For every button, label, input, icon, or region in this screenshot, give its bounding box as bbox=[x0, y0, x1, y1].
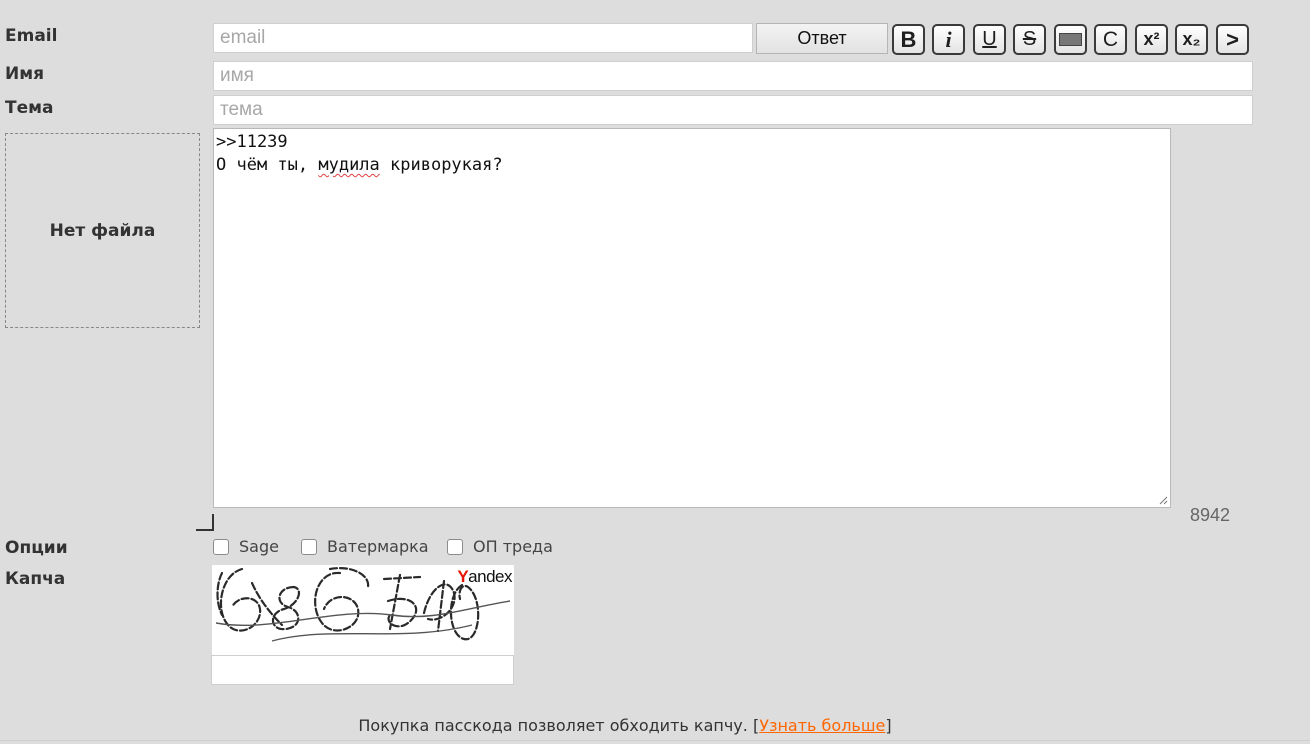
sage-checkbox[interactable] bbox=[213, 538, 229, 555]
comment-line-1: >>11239 bbox=[216, 132, 288, 152]
op-thread-label: ОП треда bbox=[473, 537, 553, 556]
reply-button[interactable]: Ответ bbox=[756, 23, 888, 54]
bold-icon: B bbox=[900, 26, 917, 52]
underline-icon: U bbox=[982, 28, 997, 50]
char-counter: 8942 bbox=[1190, 505, 1231, 525]
code-icon: C bbox=[1102, 27, 1119, 51]
captcha-input[interactable] bbox=[211, 655, 514, 685]
comment-line-2: О чём ты, мудила криворукая? bbox=[216, 155, 503, 175]
strikethrough-icon: S bbox=[1022, 28, 1037, 50]
resize-grip-icon[interactable] bbox=[1159, 496, 1168, 505]
underline-button[interactable]: U bbox=[973, 24, 1006, 55]
spellcheck-word: мудила bbox=[318, 155, 380, 175]
superscript-button[interactable]: x² bbox=[1135, 24, 1168, 55]
watermark-label: Ватермарка bbox=[327, 537, 429, 556]
spoiler-icon bbox=[1059, 33, 1082, 46]
captcha-image[interactable]: Yandex bbox=[212, 565, 514, 655]
yandex-logo: Yandex bbox=[457, 567, 512, 586]
option-watermark[interactable]: Ватермарка bbox=[301, 537, 429, 556]
passcode-promo: Покупка пасскода позволяет обходить капч… bbox=[358, 716, 892, 735]
file-dropzone-label: Нет файла bbox=[49, 220, 156, 241]
comment-textarea[interactable]: >>11239 О чём ты, мудила криворукая? bbox=[213, 128, 1171, 508]
op-thread-checkbox[interactable] bbox=[447, 538, 463, 555]
email-label: Email bbox=[5, 26, 58, 46]
name-label: Имя bbox=[5, 64, 45, 84]
learn-more-link[interactable]: Узнать больше bbox=[759, 716, 885, 735]
watermark-checkbox[interactable] bbox=[301, 538, 317, 555]
name-input[interactable] bbox=[213, 61, 1253, 91]
resize-corner-icon[interactable] bbox=[196, 514, 214, 531]
italic-icon: i bbox=[945, 26, 952, 52]
code-button[interactable]: C bbox=[1094, 24, 1127, 55]
italic-button[interactable]: i bbox=[932, 24, 965, 55]
strikethrough-button[interactable]: S bbox=[1013, 24, 1046, 55]
subject-label: Тема bbox=[5, 98, 54, 118]
superscript-icon: x² bbox=[1143, 29, 1160, 49]
email-input[interactable] bbox=[213, 23, 753, 53]
option-op-thread[interactable]: ОП треда bbox=[447, 537, 553, 556]
quote-icon: > bbox=[1226, 26, 1239, 52]
spoiler-button[interactable] bbox=[1054, 24, 1087, 55]
subscript-button[interactable]: x₂ bbox=[1175, 24, 1208, 55]
subscript-icon: x₂ bbox=[1182, 29, 1201, 49]
divider bbox=[0, 740, 1310, 741]
file-dropzone[interactable]: Нет файла bbox=[5, 133, 200, 328]
sage-label: Sage bbox=[239, 537, 279, 556]
captcha-label: Капча bbox=[5, 569, 66, 589]
option-sage[interactable]: Sage bbox=[213, 537, 279, 556]
subject-input[interactable] bbox=[213, 95, 1253, 125]
options-label: Опции bbox=[5, 538, 68, 558]
bold-button[interactable]: B bbox=[892, 24, 925, 55]
quote-button[interactable]: > bbox=[1216, 24, 1249, 55]
